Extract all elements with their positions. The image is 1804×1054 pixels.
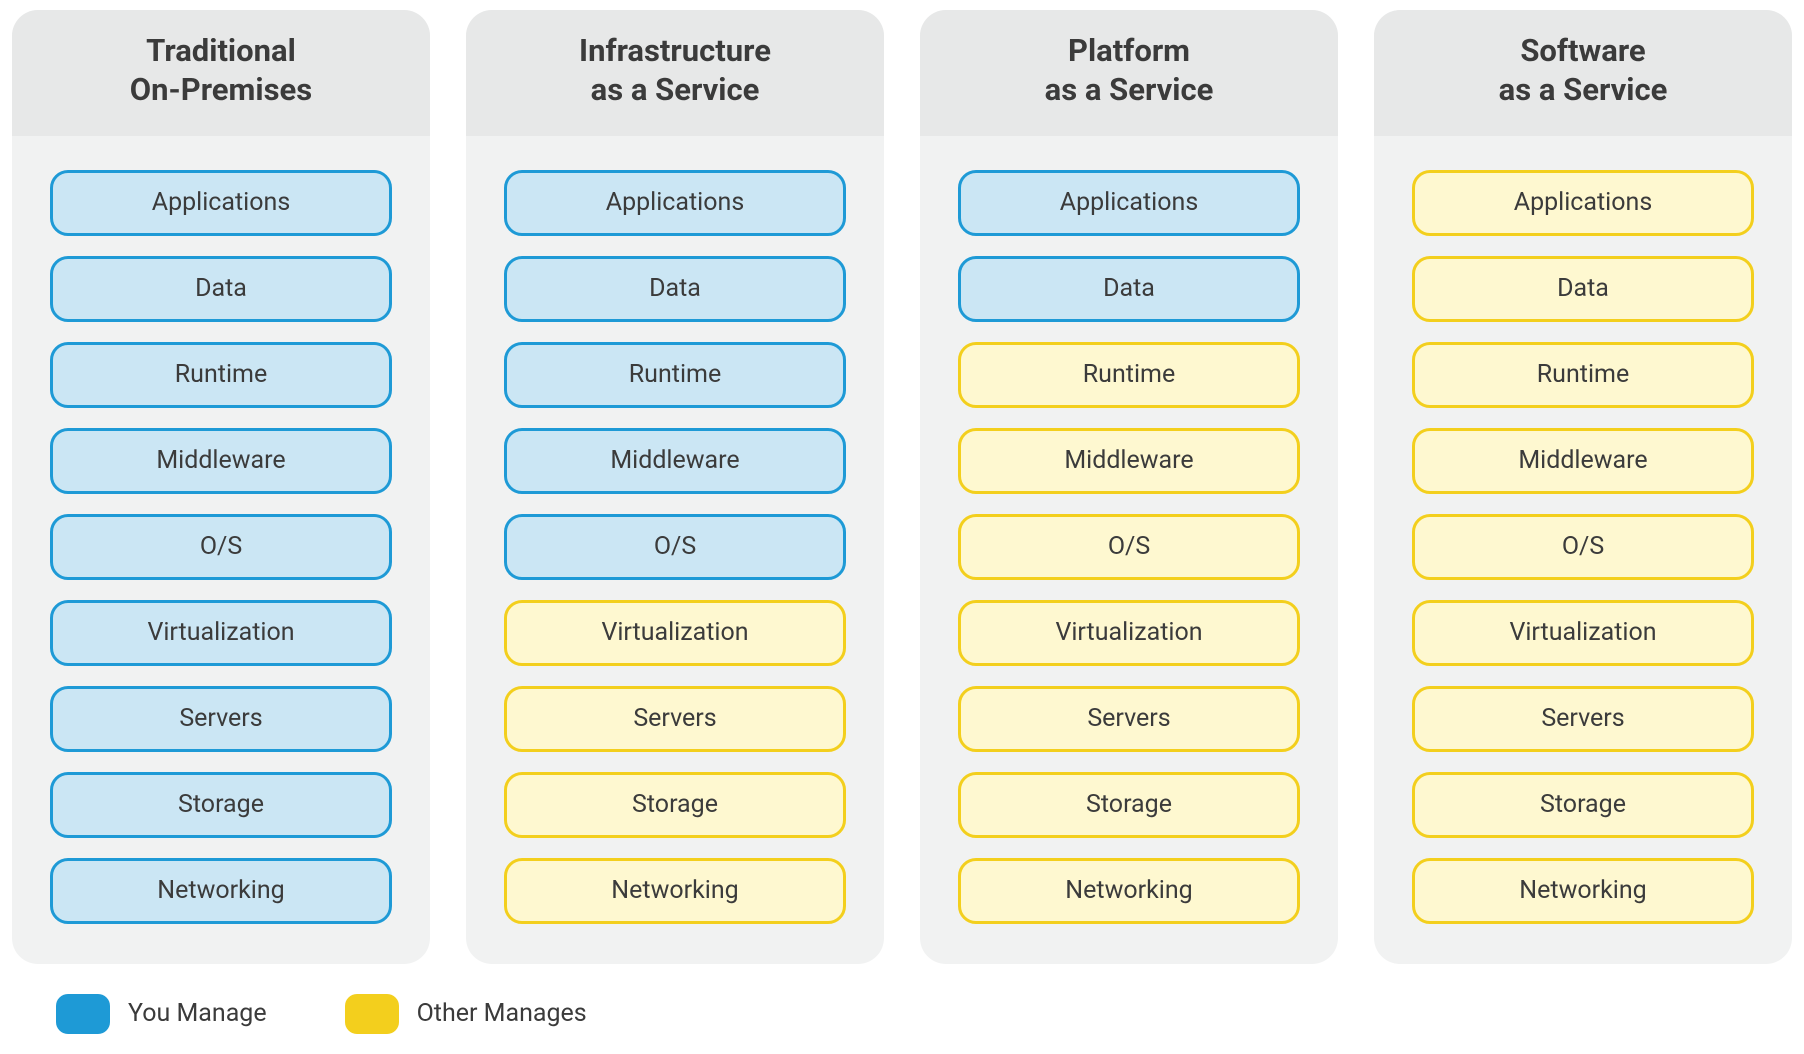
layer-os: O/S bbox=[504, 514, 846, 580]
legend-label-other: Other Manages bbox=[417, 999, 587, 1028]
title-line2: On-Premises bbox=[130, 71, 312, 108]
title-line2: as a Service bbox=[1045, 71, 1214, 108]
title-line2: as a Service bbox=[591, 71, 760, 108]
column-iaas: Infrastructure as a Service Applications… bbox=[466, 10, 884, 964]
title-line1: Platform bbox=[1068, 32, 1190, 69]
layer-servers: Servers bbox=[1412, 686, 1754, 752]
column-body: Applications Data Runtime Middleware O/S… bbox=[12, 136, 430, 964]
layer-os: O/S bbox=[958, 514, 1300, 580]
column-body: Applications Data Runtime Middleware O/S… bbox=[1374, 136, 1792, 964]
layer-networking: Networking bbox=[1412, 858, 1754, 924]
layer-storage: Storage bbox=[504, 772, 846, 838]
layer-data: Data bbox=[1412, 256, 1754, 322]
layer-servers: Servers bbox=[958, 686, 1300, 752]
legend-label-you: You Manage bbox=[128, 999, 267, 1028]
column-paas: Platform as a Service Applications Data … bbox=[920, 10, 1338, 964]
column-title: Traditional On-Premises bbox=[12, 10, 430, 136]
layer-runtime: Runtime bbox=[1412, 342, 1754, 408]
layer-applications: Applications bbox=[958, 170, 1300, 236]
layer-networking: Networking bbox=[958, 858, 1300, 924]
legend-item-you: You Manage bbox=[56, 994, 267, 1034]
column-title: Infrastructure as a Service bbox=[466, 10, 884, 136]
layer-middleware: Middleware bbox=[504, 428, 846, 494]
layer-storage: Storage bbox=[958, 772, 1300, 838]
layer-servers: Servers bbox=[504, 686, 846, 752]
legend-swatch-other bbox=[345, 994, 399, 1034]
layer-applications: Applications bbox=[504, 170, 846, 236]
layer-networking: Networking bbox=[50, 858, 392, 924]
service-model-columns: Traditional On-Premises Applications Dat… bbox=[12, 10, 1792, 964]
column-on-premises: Traditional On-Premises Applications Dat… bbox=[12, 10, 430, 964]
layer-middleware: Middleware bbox=[50, 428, 392, 494]
layer-storage: Storage bbox=[1412, 772, 1754, 838]
legend-swatch-you bbox=[56, 994, 110, 1034]
layer-middleware: Middleware bbox=[958, 428, 1300, 494]
layer-applications: Applications bbox=[1412, 170, 1754, 236]
layer-os: O/S bbox=[1412, 514, 1754, 580]
layer-runtime: Runtime bbox=[50, 342, 392, 408]
legend: You Manage Other Manages bbox=[12, 964, 1792, 1034]
layer-servers: Servers bbox=[50, 686, 392, 752]
layer-storage: Storage bbox=[50, 772, 392, 838]
layer-runtime: Runtime bbox=[504, 342, 846, 408]
layer-applications: Applications bbox=[50, 170, 392, 236]
title-line1: Software bbox=[1520, 32, 1645, 69]
column-body: Applications Data Runtime Middleware O/S… bbox=[920, 136, 1338, 964]
layer-runtime: Runtime bbox=[958, 342, 1300, 408]
column-saas: Software as a Service Applications Data … bbox=[1374, 10, 1792, 964]
layer-virtualization: Virtualization bbox=[50, 600, 392, 666]
layer-data: Data bbox=[504, 256, 846, 322]
layer-networking: Networking bbox=[504, 858, 846, 924]
legend-item-other: Other Manages bbox=[345, 994, 587, 1034]
layer-virtualization: Virtualization bbox=[1412, 600, 1754, 666]
title-line2: as a Service bbox=[1499, 71, 1668, 108]
column-body: Applications Data Runtime Middleware O/S… bbox=[466, 136, 884, 964]
column-title: Platform as a Service bbox=[920, 10, 1338, 136]
layer-virtualization: Virtualization bbox=[504, 600, 846, 666]
layer-middleware: Middleware bbox=[1412, 428, 1754, 494]
title-line1: Traditional bbox=[146, 32, 296, 69]
layer-data: Data bbox=[958, 256, 1300, 322]
title-line1: Infrastructure bbox=[579, 32, 771, 69]
layer-data: Data bbox=[50, 256, 392, 322]
layer-virtualization: Virtualization bbox=[958, 600, 1300, 666]
column-title: Software as a Service bbox=[1374, 10, 1792, 136]
layer-os: O/S bbox=[50, 514, 392, 580]
